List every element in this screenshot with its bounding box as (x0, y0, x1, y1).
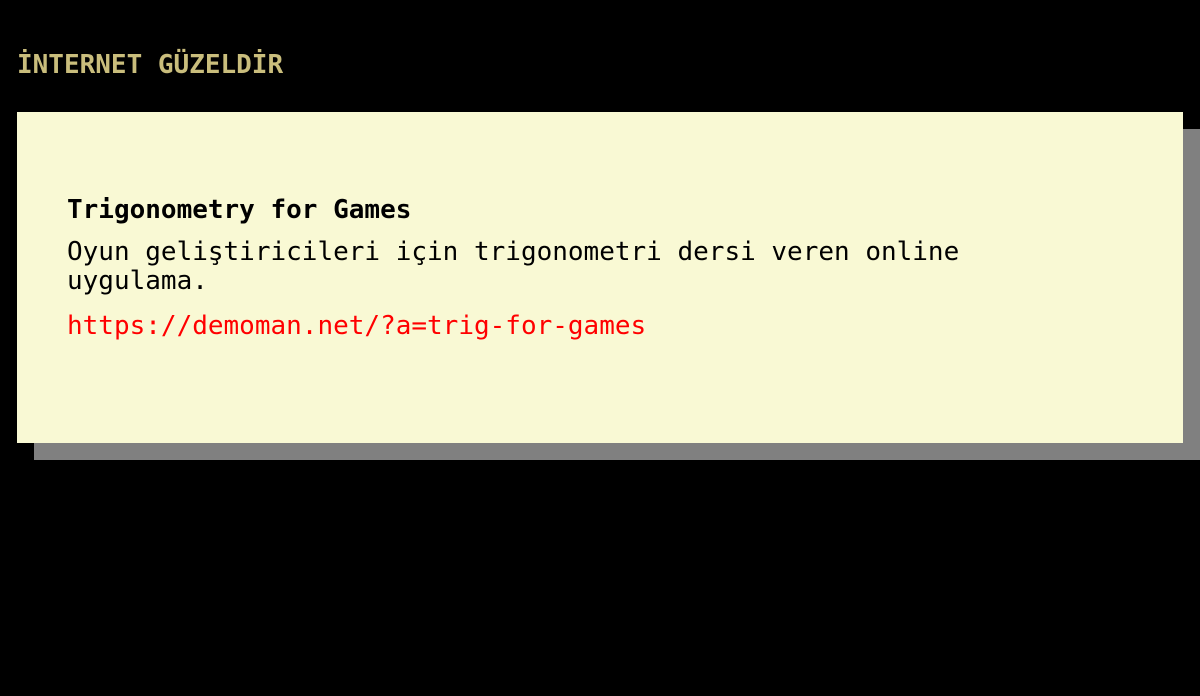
card-link[interactable]: https://demoman.net/?a=trig-for-games (67, 310, 646, 342)
card-description: Oyun geliştiricileri için trigonometri d… (67, 237, 960, 296)
link-card: Trigonometry for Games Oyun geliştiricil… (17, 112, 1183, 443)
card-title: Trigonometry for Games (67, 195, 412, 225)
site-title: İNTERNET GÜZELDİR (17, 50, 284, 80)
